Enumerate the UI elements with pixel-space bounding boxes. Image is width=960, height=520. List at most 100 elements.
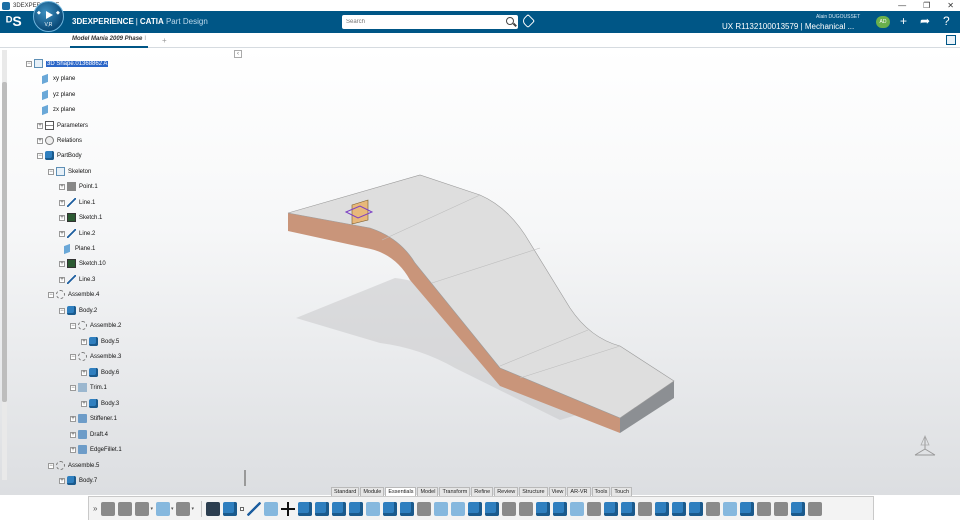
collaborative-space-selector[interactable]: UX R1132100013579 | Mechanical ... bbox=[722, 22, 854, 31]
compass-icon[interactable]: ◆ ◆ V,R bbox=[33, 1, 64, 32]
section-tab-touch[interactable]: Touch bbox=[611, 487, 633, 496]
hole-icon[interactable] bbox=[400, 501, 414, 516]
rib-icon[interactable] bbox=[366, 501, 380, 516]
tree-node-line-3[interactable]: + Line.3 bbox=[59, 274, 95, 285]
edge-fillet-icon[interactable] bbox=[502, 501, 516, 516]
tree-node-plane-1[interactable]: Plane.1 bbox=[62, 243, 95, 254]
expand-icon[interactable]: + bbox=[70, 446, 76, 453]
symmetry-icon[interactable] bbox=[774, 501, 788, 516]
search-box[interactable] bbox=[342, 15, 518, 29]
positioned-sketch-icon[interactable] bbox=[223, 501, 237, 516]
collapse-icon[interactable]: − bbox=[70, 322, 76, 329]
update-icon[interactable] bbox=[176, 501, 191, 516]
section-tab-review[interactable]: Review bbox=[494, 487, 519, 496]
collapse-icon[interactable]: − bbox=[26, 60, 32, 67]
collapse-icon[interactable]: − bbox=[48, 462, 54, 469]
remove-face-icon[interactable] bbox=[587, 501, 601, 516]
tree-node-body-6[interactable]: + Body.6 bbox=[81, 367, 119, 378]
tab-model-mania[interactable]: Model Mania 2009 Phase I bbox=[70, 33, 149, 48]
tree-node-line-2[interactable]: + Line.2 bbox=[59, 228, 95, 239]
shaft-icon[interactable] bbox=[332, 501, 346, 516]
axis-system-icon[interactable] bbox=[281, 501, 295, 516]
tree-node-relations[interactable]: + Relations bbox=[37, 135, 82, 146]
update-dropdown-icon[interactable]: ▾ bbox=[191, 506, 194, 512]
expand-icon[interactable]: + bbox=[59, 230, 65, 237]
expand-icon[interactable]: + bbox=[59, 477, 65, 484]
tree-node-body-5[interactable]: + Body.5 bbox=[81, 336, 119, 347]
expand-icon[interactable]: + bbox=[70, 431, 76, 438]
expand-icon[interactable]: + bbox=[70, 415, 76, 422]
tree-node-root[interactable]: − 3D Shape.01368862 A bbox=[26, 58, 109, 69]
collapse-icon[interactable]: − bbox=[48, 291, 54, 298]
chamfer-icon[interactable] bbox=[519, 501, 533, 516]
section-tab-essentials[interactable]: Essentials bbox=[385, 487, 417, 496]
draft-icon[interactable] bbox=[536, 501, 550, 516]
add-tab-icon[interactable]: + bbox=[162, 36, 167, 45]
tag-icon[interactable] bbox=[520, 13, 536, 29]
add-icon[interactable] bbox=[672, 501, 686, 516]
tree-node-edgefillet-1[interactable]: + EdgeFillet.1 bbox=[70, 444, 122, 455]
removed-multi-section-icon[interactable] bbox=[451, 501, 465, 516]
ds-logo-icon[interactable]: ᴰS bbox=[6, 14, 22, 28]
tree-node-body-2[interactable]: − Body.2 bbox=[59, 305, 97, 316]
section-tab-structure[interactable]: Structure bbox=[519, 487, 548, 496]
expand-icon[interactable]: + bbox=[59, 276, 65, 283]
share-icon[interactable]: ➦ bbox=[920, 14, 930, 28]
pocket-icon[interactable] bbox=[315, 501, 329, 516]
tree-node-draft-4[interactable]: + Draft.4 bbox=[70, 429, 108, 440]
tree-node-parameters[interactable]: + Parameters bbox=[37, 120, 88, 131]
point-icon[interactable] bbox=[240, 506, 244, 511]
thread-icon[interactable] bbox=[417, 501, 431, 516]
add-icon[interactable]: + bbox=[900, 14, 907, 28]
groove-icon[interactable] bbox=[349, 501, 363, 516]
tree-resize-handle[interactable] bbox=[244, 470, 246, 486]
tree-node-skeleton[interactable]: − Skeleton bbox=[48, 166, 91, 177]
remove-icon[interactable] bbox=[689, 501, 703, 516]
search-icon[interactable] bbox=[506, 17, 514, 25]
pattern-icon[interactable] bbox=[808, 501, 822, 516]
help-icon[interactable]: ? bbox=[943, 14, 950, 28]
avatar[interactable]: AD bbox=[876, 16, 890, 28]
line-icon[interactable] bbox=[247, 501, 261, 516]
plane-icon[interactable] bbox=[264, 501, 278, 516]
search-input[interactable] bbox=[342, 15, 492, 29]
paste-dropdown-icon[interactable]: ▾ bbox=[150, 506, 153, 512]
tree-node-sketch-10[interactable]: + Sketch.10 bbox=[59, 258, 106, 269]
expand-icon[interactable]: + bbox=[59, 214, 65, 221]
section-tab-tools[interactable]: Tools bbox=[591, 487, 611, 496]
more-commands-icon[interactable]: » bbox=[93, 504, 97, 513]
tree-node-stiffener-1[interactable]: + Stiffener.1 bbox=[70, 413, 117, 424]
paste-icon[interactable] bbox=[135, 501, 150, 516]
tree-node-body-7[interactable]: + Body.7 bbox=[59, 475, 97, 486]
intersect-icon[interactable] bbox=[706, 501, 720, 516]
translation-icon[interactable] bbox=[740, 501, 754, 516]
maximize-button[interactable]: ❐ bbox=[923, 0, 930, 11]
expand-icon[interactable]: + bbox=[81, 338, 87, 345]
mirror-icon[interactable] bbox=[791, 501, 805, 516]
pad-icon[interactable] bbox=[298, 501, 312, 516]
union-trim-icon[interactable] bbox=[723, 501, 737, 516]
tab-close-icon[interactable]: I bbox=[144, 36, 146, 42]
section-tab-refine[interactable]: Refine bbox=[471, 487, 494, 496]
section-tab-standard[interactable]: Standard bbox=[331, 487, 360, 496]
tree-node-assemble-5[interactable]: − Assemble.5 bbox=[48, 460, 99, 471]
sew-surface-icon[interactable] bbox=[638, 501, 652, 516]
slot-icon[interactable] bbox=[383, 501, 397, 516]
fullscreen-icon[interactable] bbox=[946, 35, 956, 45]
tree-scrollbar[interactable] bbox=[2, 50, 7, 480]
expand-icon[interactable]: + bbox=[59, 199, 65, 206]
collapse-icon[interactable]: − bbox=[37, 152, 43, 159]
expand-icon[interactable]: + bbox=[81, 369, 87, 376]
expand-icon[interactable]: + bbox=[81, 400, 87, 407]
section-tab-module[interactable]: Module bbox=[360, 487, 385, 496]
tree-node-xy-plane[interactable]: xy plane bbox=[40, 73, 75, 84]
tree-node-point-1[interactable]: + Point.1 bbox=[59, 181, 98, 192]
rotation-icon[interactable] bbox=[757, 501, 771, 516]
section-tab-model[interactable]: Model bbox=[417, 487, 439, 496]
tree-node-body-3[interactable]: + Body.3 bbox=[81, 398, 119, 409]
section-tab-transform[interactable]: Transform bbox=[439, 487, 471, 496]
section-tab-view[interactable]: View bbox=[548, 487, 567, 496]
part-geometry[interactable] bbox=[0, 48, 960, 495]
tree-scroll-thumb[interactable] bbox=[2, 82, 7, 402]
expand-icon[interactable]: + bbox=[59, 260, 65, 267]
